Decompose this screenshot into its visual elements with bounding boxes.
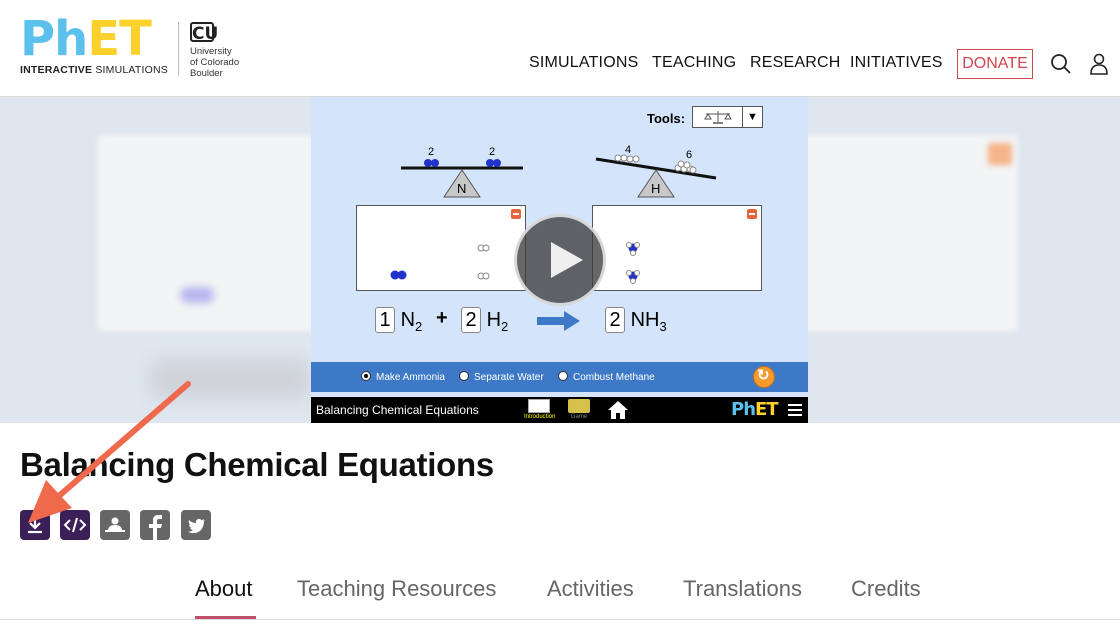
balance-right-count: 2 [489,146,496,158]
nav-research[interactable]: RESEARCH [750,54,841,72]
site-header: PhET INTERACTIVE SIMULATIONS CU Universi… [0,0,1120,97]
phet-logo-subtitle: INTERACTIVE SIMULATIONS [20,64,168,76]
sim-navbar: Balancing Chemical Equations Introductio… [311,397,808,423]
balance-element: N [457,181,467,196]
plus-sign: + [436,307,448,329]
coefficient-spinner[interactable]: 2 [461,307,481,333]
menu-icon[interactable] [788,404,802,416]
reactant-term-1: 1 N2 [375,307,422,334]
formula-subscript: 3 [659,319,667,334]
radio-make-ammonia[interactable]: Make Ammonia [361,371,445,383]
facebook-icon[interactable] [140,510,170,540]
sim-title: Balancing Chemical Equations [316,403,479,417]
tab-about[interactable]: About [195,576,253,602]
n2-molecule [390,270,407,280]
download-icon[interactable] [20,510,50,540]
sim-preview[interactable]: Tools: ▼ 2 2 N 4 6 H 1 N2 + 2 H2 2 NH3 M… [311,97,808,423]
donate-button[interactable]: DONATE [957,49,1033,79]
nav-teaching[interactable]: TEACHING [652,54,736,72]
balance-element: H [651,181,661,196]
h2-molecule [477,244,490,252]
reactant-term-2: 2 H2 [461,307,508,334]
reaction-selector: Make Ammonia Separate Water Combust Meth… [311,362,808,392]
search-icon[interactable] [1050,53,1072,75]
formula: H [486,309,502,331]
nav-simulations[interactable]: SIMULATIONS [529,54,638,72]
screen-game[interactable]: Game [564,399,594,421]
balance-right-count: 6 [686,149,693,161]
page-title: Balancing Chemical Equations [20,446,494,483]
balance-left-count: 4 [625,144,632,156]
blurred-background-shape [150,359,310,399]
radio-icon [459,371,469,381]
collapse-icon[interactable] [747,209,757,219]
formula: NH [630,309,660,331]
phet-logo-wordmark: PhET [20,11,152,67]
reaction-arrow-icon [537,311,580,331]
home-icon[interactable] [607,400,629,420]
logo-divider [178,22,179,76]
formula: N [400,309,416,331]
classroom-icon[interactable] [100,510,130,540]
tab-credits[interactable]: Credits [851,576,921,602]
tools-dropdown[interactable]: ▼ [692,106,763,128]
nav-initiatives[interactable]: INITIATIVES [850,54,943,72]
twitter-icon[interactable] [181,510,211,540]
reactants-box [356,205,526,291]
nh3-molecule [626,270,640,284]
products-box [592,205,762,291]
phet-logo[interactable]: PhET INTERACTIVE SIMULATIONS [20,11,168,78]
cu-mark: CU [190,22,219,44]
balance-scale-icon [704,111,732,124]
radio-separate-water[interactable]: Separate Water [459,371,544,383]
embed-code-icon[interactable] [60,510,90,540]
formula-subscript: 2 [415,319,423,334]
play-video-button[interactable] [514,214,606,306]
product-term: 2 NH3 [605,307,667,334]
radio-icon [558,371,568,381]
radio-combust-methane[interactable]: Combust Methane [558,371,655,383]
blurred-background-shape [988,143,1012,165]
cu-name: University of Colorado Boulder [190,46,240,79]
nh3-molecule [626,242,640,256]
screen-introduction[interactable]: Introduction [524,399,555,421]
coefficient-spinner[interactable]: 2 [605,307,625,333]
phet-logo-small[interactable]: PhET [731,399,779,420]
tools-label: Tools: [647,111,686,126]
tab-translations[interactable]: Translations [683,576,802,602]
chevron-down-icon[interactable]: ▼ [742,107,762,127]
blurred-background-shape [180,287,214,303]
formula-subscript: 2 [501,319,509,334]
introduction-thumbnail-icon [528,399,550,413]
game-thumbnail-icon [568,399,590,413]
cu-boulder-logo[interactable]: CU University of Colorado Boulder [190,22,260,82]
reset-icon[interactable] [753,366,775,388]
tabs-divider [0,619,1120,620]
balance-left-count: 2 [428,146,435,158]
tab-activities[interactable]: Activities [547,576,634,602]
collapse-icon[interactable] [511,209,521,219]
coefficient-spinner[interactable]: 1 [375,307,395,333]
h2-molecule [477,272,490,280]
radio-selected-icon [361,371,371,381]
tab-teaching-resources[interactable]: Teaching Resources [297,576,496,602]
user-icon[interactable] [1088,53,1110,75]
